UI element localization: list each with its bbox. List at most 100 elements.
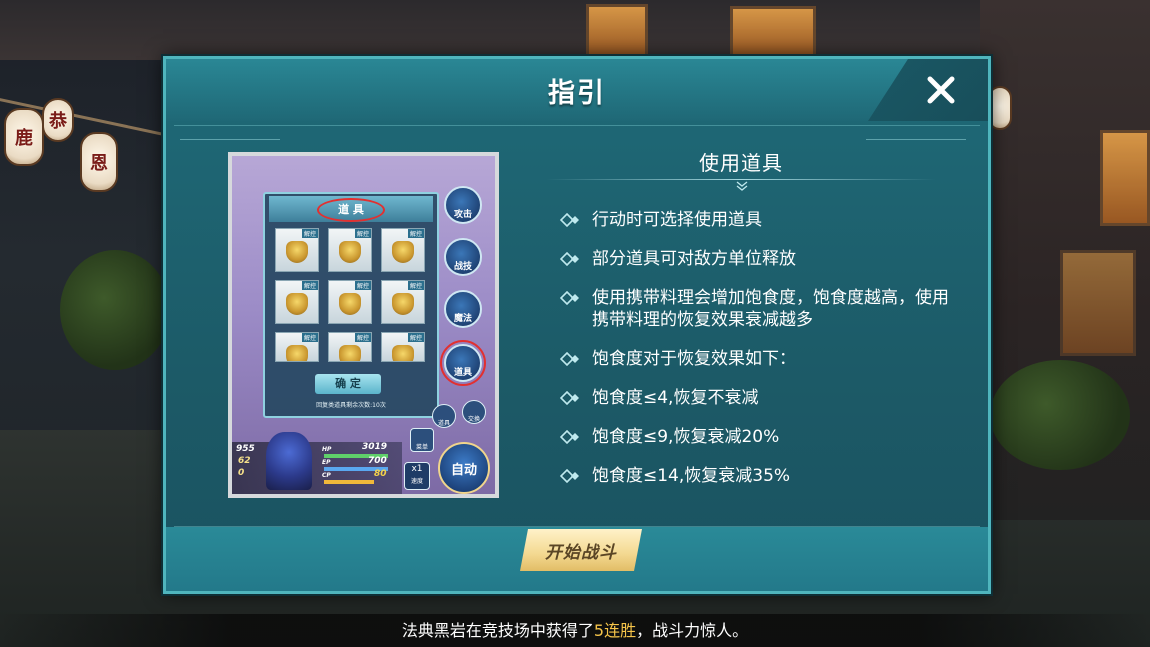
hp-value: 3019: [362, 442, 388, 452]
guide-dialog: 指引 道 具 解控 解控 解控 解控 解控 解控 解控 解控 解控 确 定 回复…: [163, 56, 991, 594]
character-portrait: [266, 432, 312, 490]
guide-bullet-text: 使用携带料理会增加饱食度，饱食度越高，使用携带料理的恢复效果衰减越多: [592, 288, 949, 330]
background-window: [730, 6, 816, 58]
guide-bullet-text: 部分道具可对敌方单位释放: [592, 249, 796, 269]
item-small-button: 道具: [432, 404, 456, 428]
slot-tag: 解控: [301, 229, 318, 238]
slot-tag: 解控: [354, 229, 371, 238]
cp-bar: [324, 480, 374, 484]
item-slot: 解控: [381, 280, 425, 324]
background-tree: [60, 250, 170, 370]
hp-label: HP: [322, 446, 332, 453]
diamond-bullet-icon: [560, 469, 579, 483]
potion-icon: [339, 241, 361, 263]
item-slot: 解控: [275, 332, 319, 362]
cp-value: 80: [374, 469, 387, 479]
background-window: [1060, 250, 1136, 356]
left-stat: 62: [238, 456, 251, 466]
paper-lantern: 恭: [42, 98, 74, 142]
announcement-ticker: 法典黑岩在竞技场中获得了5连胜，战斗力惊人。: [0, 614, 1150, 647]
ticker-text: ，战斗力惊人。: [636, 621, 749, 640]
item-slot: 解控: [275, 228, 319, 272]
item-slot: 解控: [381, 332, 425, 362]
item-slot: 解控: [275, 280, 319, 324]
deco-line: [180, 139, 280, 140]
item-slot: 解控: [328, 332, 372, 362]
guide-bullet: 饱食度≤4,恢复不衰减: [556, 387, 956, 409]
potion-icon: [286, 241, 308, 263]
close-icon: [927, 76, 955, 104]
diamond-bullet-icon: [560, 430, 579, 444]
slot-tag: 解控: [354, 333, 371, 342]
guide-bullet: 饱食度对于恢复效果如下：: [556, 348, 956, 370]
slot-tag: 解控: [301, 281, 318, 290]
speed-button: x1 速度: [404, 462, 430, 490]
potion-icon: [392, 345, 414, 361]
diamond-bullet-icon: [560, 391, 579, 405]
item-panel-title: 道 具: [317, 198, 385, 222]
background-roof: [0, 0, 1150, 60]
cp-label: CP: [322, 472, 331, 479]
left-stat: 955: [236, 444, 255, 454]
item-panel: 道 具 解控 解控 解控 解控 解控 解控 解控 解控 解控 确 定 回复类道具…: [263, 192, 439, 418]
ep-label: EP: [322, 459, 331, 466]
deco-line: [866, 139, 966, 140]
item-slot: 解控: [328, 280, 372, 324]
background-window: [586, 4, 648, 58]
item-slot: 解控: [328, 228, 372, 272]
potion-icon: [339, 345, 361, 361]
slot-tag: 解控: [301, 333, 318, 342]
ticker-highlight: 5连胜: [593, 621, 637, 640]
subtitle-divider: [546, 179, 936, 180]
item-button: 道具: [440, 340, 486, 386]
paper-lantern: 鹿: [4, 108, 44, 166]
background-tree: [990, 360, 1130, 470]
slot-tag: 解控: [407, 229, 424, 238]
slot-tag: 解控: [407, 333, 424, 342]
tutorial-screenshot: 道 具 解控 解控 解控 解控 解控 解控 解控 解控 解控 确 定 回复类道具…: [228, 152, 499, 498]
potion-icon: [392, 241, 414, 263]
diamond-bullet-icon: [560, 213, 579, 227]
guide-bullet-list: 行动时可选择使用道具 部分道具可对敌方单位释放 使用携带料理会增加饱食度，饱食度…: [556, 209, 956, 504]
diamond-bullet-icon: [560, 291, 579, 305]
guide-bullet-text: 行动时可选择使用道具: [592, 210, 762, 230]
chevron-down-icon: [736, 181, 748, 191]
guide-bullet: 饱食度≤14,恢复衰减35%: [556, 465, 956, 487]
diamond-bullet-icon: [560, 352, 579, 366]
auto-button: 自动: [438, 442, 490, 494]
slot-tag: 解控: [407, 281, 424, 290]
guide-bullet-text: 饱食度≤14,恢复衰减35%: [592, 466, 791, 486]
guide-bullet-text: 饱食度≤4,恢复不衰减: [592, 388, 759, 408]
menu-button: 菜单: [410, 428, 434, 452]
left-stat: 0: [238, 468, 245, 478]
potion-icon: [392, 293, 414, 315]
remaining-uses-text: 回复类道具剩余次数:10次: [316, 402, 386, 409]
diamond-bullet-icon: [560, 252, 579, 266]
game-screen: 鹿 恭 恩 指引 道 具 解控 解控 解控 解控 解控 解控 解控 解控 解控 …: [0, 0, 1150, 647]
magic-button: 魔法: [444, 290, 482, 328]
guide-subtitle: 使用道具: [699, 151, 783, 175]
item-slot: 解控: [381, 228, 425, 272]
guide-bullet-text: 饱食度对于恢复效果如下：: [592, 349, 796, 369]
attack-button: 攻击: [444, 186, 482, 224]
guide-bullet: 饱食度≤9,恢复衰减20%: [556, 426, 956, 448]
start-battle-button[interactable]: 开始战斗: [520, 529, 642, 571]
close-button[interactable]: [918, 69, 964, 111]
skill-button: 战技: [444, 238, 482, 276]
swap-button: 交换: [462, 400, 486, 424]
guide-bullet: 行动时可选择使用道具: [556, 209, 956, 231]
guide-bullet: 部分道具可对敌方单位释放: [556, 248, 956, 270]
guide-bullet-text: 饱食度≤9,恢复衰减20%: [592, 427, 780, 447]
background-window: [1100, 130, 1150, 226]
confirm-button: 确 定: [315, 374, 381, 394]
potion-icon: [286, 293, 308, 315]
potion-icon: [339, 293, 361, 315]
potion-icon: [286, 345, 308, 361]
ticker-text: 法典黑岩在竞技场中获得了: [401, 621, 594, 640]
dialog-title: 指引: [548, 78, 606, 109]
slot-tag: 解控: [354, 281, 371, 290]
paper-lantern: [988, 86, 1012, 130]
paper-lantern: 恩: [80, 132, 118, 192]
guide-bullet: 使用携带料理会增加饱食度，饱食度越高，使用携带料理的恢复效果衰减越多: [556, 287, 952, 331]
ep-value: 700: [368, 456, 387, 466]
